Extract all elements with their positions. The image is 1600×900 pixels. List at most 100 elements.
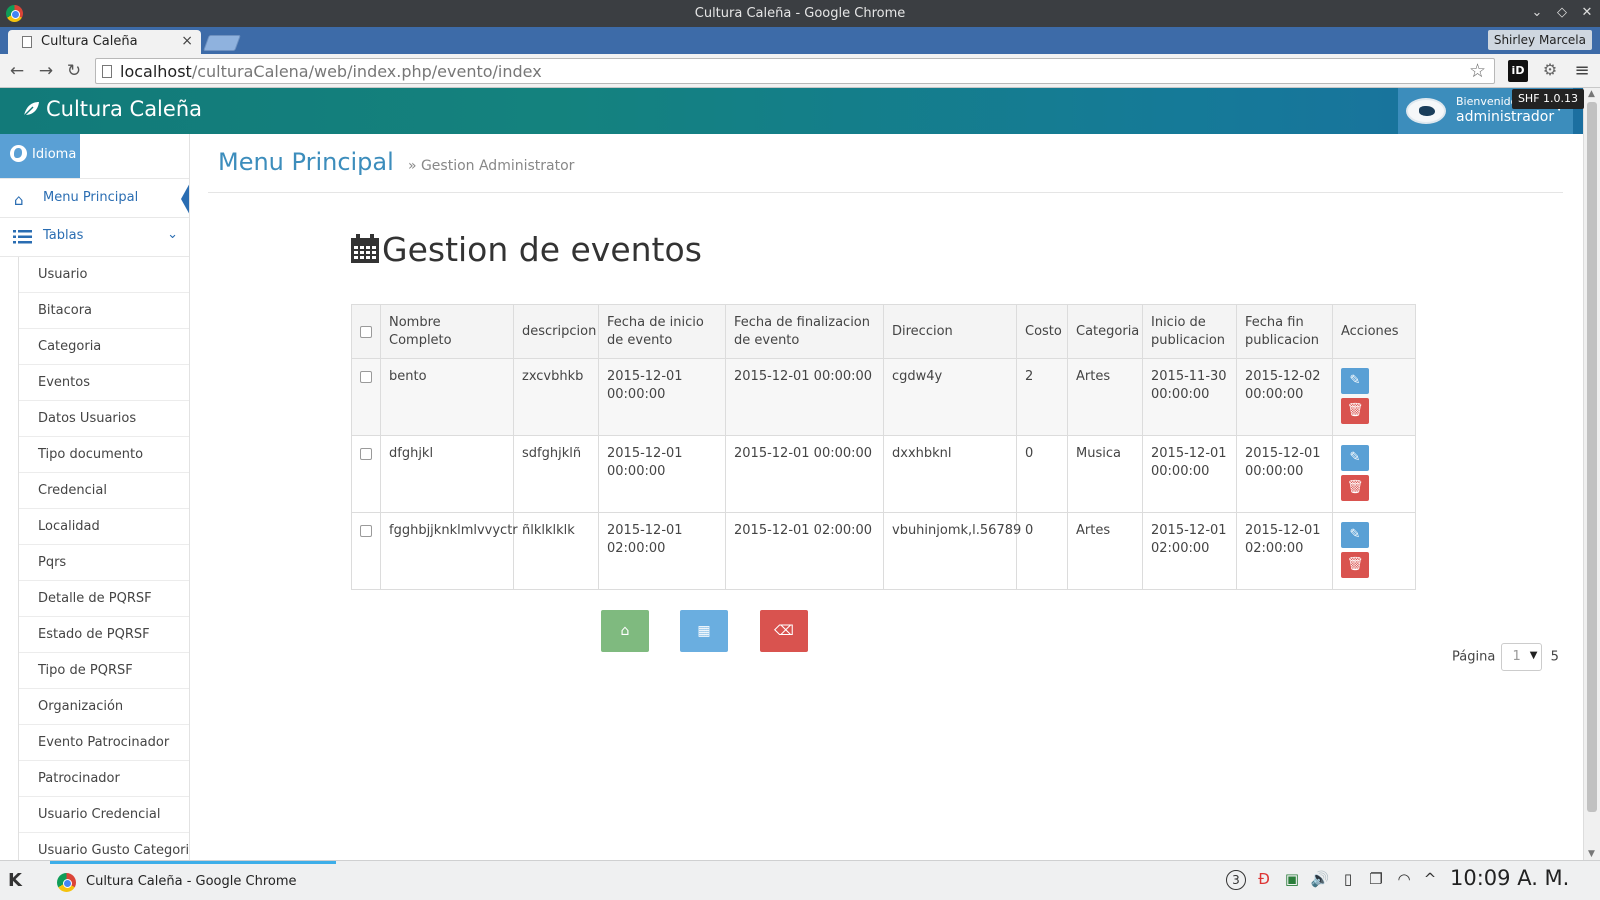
volume-icon[interactable]: 🔊 xyxy=(1310,870,1330,890)
column-header[interactable]: descripcion xyxy=(513,304,599,359)
sidebar-subitem[interactable]: Usuario Credencial xyxy=(19,797,189,833)
profile-button[interactable]: Shirley Marcela xyxy=(1487,30,1592,50)
notification-count-badge[interactable]: 3 xyxy=(1226,870,1246,890)
chrome-menu-icon[interactable]: ≡ xyxy=(1572,60,1592,82)
clipboard-icon[interactable]: ❐ xyxy=(1366,870,1386,890)
trash-icon: 🗑 xyxy=(1346,557,1364,572)
sidebar-subitem[interactable]: Bitacora xyxy=(19,293,189,329)
home-button[interactable]: ⌂ xyxy=(601,610,649,652)
sidebar-subitem[interactable]: Usuario Gusto Categoria xyxy=(19,833,189,860)
page-scrollbar[interactable]: ▲ ▼ xyxy=(1583,88,1600,860)
taskbar-task[interactable]: Cultura Caleña - Google Chrome xyxy=(50,861,336,899)
sidebar-subitem[interactable]: Tipo documento xyxy=(19,437,189,473)
column-header[interactable]: Direccion xyxy=(883,304,1017,359)
trash-icon: 🗑 xyxy=(1346,403,1364,418)
tables-submenu: Usuario Bitacora Categoria Eventos Datos… xyxy=(18,257,189,860)
chevron-down-icon: ▼ xyxy=(1529,650,1538,661)
sidebar-subitem[interactable]: Organización xyxy=(19,689,189,725)
sidebar-item-tablas[interactable]: Tablas ⌄ xyxy=(0,218,189,257)
home-icon: ⌂ xyxy=(620,623,630,639)
row-checkbox[interactable] xyxy=(360,447,372,460)
extension-shf-icon[interactable]: ⚙ xyxy=(1538,60,1562,82)
sidebar-subitem[interactable]: Pqrs xyxy=(19,545,189,581)
column-header[interactable]: Categoria xyxy=(1067,304,1143,359)
column-header[interactable]: Fecha de inicio de evento xyxy=(598,304,726,359)
delete-button[interactable]: 🗑 xyxy=(1341,475,1369,501)
brand[interactable]: Cultura Caleña xyxy=(22,97,202,121)
column-header[interactable]: Fecha de finalizacion de evento xyxy=(725,304,884,359)
sidebar-subitem[interactable]: Eventos xyxy=(19,365,189,401)
table-cell: dxxhbknl xyxy=(883,435,1017,513)
sidebar-subitem[interactable]: Detalle de PQRSF xyxy=(19,581,189,617)
tab-title: Cultura Caleña xyxy=(41,34,138,49)
page-select[interactable]: 1 ▼ xyxy=(1501,643,1543,671)
edit-button[interactable]: ✎ xyxy=(1341,522,1369,548)
chevron-up-icon[interactable]: ^ xyxy=(1420,870,1440,890)
sidebar-subitem[interactable]: Datos Usuarios xyxy=(19,401,189,437)
tab-strip: Cultura Caleña × Shirley Marcela xyxy=(0,27,1600,54)
browser-tab[interactable]: Cultura Caleña × xyxy=(8,30,201,54)
edit-button[interactable]: ✎ xyxy=(1341,445,1369,471)
table-cell: 2 xyxy=(1016,358,1068,436)
extension-id-icon[interactable]: iD xyxy=(1508,60,1528,82)
eraser-button[interactable]: ⌫ xyxy=(760,610,808,652)
close-window-icon[interactable]: ✕ xyxy=(1578,4,1596,22)
scrollbar-thumb[interactable] xyxy=(1587,102,1597,812)
row-checkbox[interactable] xyxy=(360,370,372,383)
sidebar-item-menu-principal[interactable]: ⌂ Menu Principal xyxy=(0,178,189,218)
sidebar-subitem[interactable]: Usuario xyxy=(19,257,189,293)
minimize-icon[interactable]: ⌄ xyxy=(1528,4,1546,22)
chevron-down-icon: ⌄ xyxy=(167,227,178,242)
sidebar-subitem[interactable]: Tipo de PQRSF xyxy=(19,653,189,689)
row-select-cell xyxy=(351,512,381,590)
table-cell: 2015-11-30 00:00:00 xyxy=(1142,358,1237,436)
wifi-icon[interactable]: ◠ xyxy=(1394,870,1414,890)
close-tab-icon[interactable]: × xyxy=(181,33,193,49)
brand-name: Cultura Caleña xyxy=(46,97,202,121)
column-header[interactable]: Nombre Completo xyxy=(380,304,514,359)
page-total: 5 xyxy=(1550,649,1559,665)
breadcrumb-title[interactable]: Menu Principal xyxy=(218,148,394,176)
address-bar[interactable]: localhost/culturaCalena/web/index.php/ev… xyxy=(95,58,1495,84)
sidebar-subitem[interactable]: Credencial xyxy=(19,473,189,509)
sidebar-subitem[interactable]: Patrocinador xyxy=(19,761,189,797)
battery-icon[interactable]: ▯ xyxy=(1338,870,1358,890)
sidebar-subitem[interactable]: Categoria xyxy=(19,329,189,365)
bookmark-star-icon[interactable]: ☆ xyxy=(1469,60,1486,82)
column-header[interactable]: Costo xyxy=(1016,304,1068,359)
language-button[interactable]: Idioma xyxy=(0,134,80,178)
row-checkbox[interactable] xyxy=(360,524,372,537)
sidebar-item-label: Menu Principal xyxy=(43,190,139,205)
delete-button[interactable]: 🗑 xyxy=(1341,552,1369,578)
table-cell: vbuhinjomk,l.56789 xyxy=(883,512,1021,590)
back-icon[interactable]: ← xyxy=(7,61,27,81)
sidebar-subitem[interactable]: Localidad xyxy=(19,509,189,545)
active-indicator xyxy=(181,181,189,217)
table-cell: 2015-12-01 00:00:00 xyxy=(725,358,884,436)
delete-button[interactable]: 🗑 xyxy=(1341,398,1369,424)
url-text[interactable]: localhost/culturaCalena/web/index.php/ev… xyxy=(120,62,542,81)
table-cell: zxcvbhkb xyxy=(513,358,599,436)
table-cell: 0 xyxy=(1016,435,1068,513)
calendar-icon: ▦ xyxy=(697,623,711,639)
maximize-icon[interactable]: ◇ xyxy=(1553,4,1571,22)
scroll-down-icon[interactable]: ▼ xyxy=(1588,849,1595,859)
new-tab-button[interactable] xyxy=(203,35,241,51)
reload-icon[interactable]: ↻ xyxy=(64,61,84,81)
sidebar-subitem[interactable]: Evento Patrocinador xyxy=(19,725,189,761)
kde-launcher-icon[interactable]: K xyxy=(8,870,22,891)
sidebar-subitem[interactable]: Estado de PQRSF xyxy=(19,617,189,653)
main-content: Menu Principal » Gestion Administrator G… xyxy=(190,134,1583,860)
table-row: bento zxcvbhkb 2015-12-01 00:00:00 2015-… xyxy=(351,358,1416,436)
scroll-up-icon[interactable]: ▲ xyxy=(1588,89,1595,99)
edit-button[interactable]: ✎ xyxy=(1341,368,1369,394)
tray-app-icon[interactable]: Ð xyxy=(1254,870,1274,890)
column-header[interactable]: Inicio de publicacion xyxy=(1142,304,1237,359)
clock[interactable]: 10:09 A. M. xyxy=(1450,866,1569,890)
tray-network-app-icon[interactable]: ▣ xyxy=(1282,870,1302,890)
select-all-checkbox[interactable] xyxy=(360,326,372,338)
forward-icon[interactable]: → xyxy=(36,61,56,81)
row-select-cell xyxy=(351,435,381,513)
column-header[interactable]: Fecha fin publicacion xyxy=(1236,304,1333,359)
calendar-button[interactable]: ▦ xyxy=(680,610,728,652)
